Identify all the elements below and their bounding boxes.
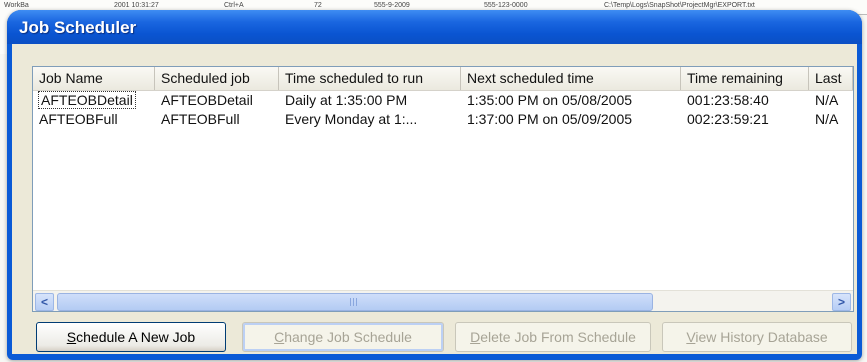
cell-next-scheduled: 1:37:00 PM on 05/09/2005: [467, 111, 633, 127]
cell-job-name: AFTEOBFull: [39, 111, 118, 127]
table-row[interactable]: AFTEOBFull AFTEOBFull Every Monday at 1:…: [33, 110, 853, 129]
mnemonic-letter: S: [66, 329, 77, 345]
cell-time-scheduled: Daily at 1:35:00 PM: [285, 92, 408, 108]
jobs-list-view[interactable]: Job Name Scheduled job Time scheduled to…: [32, 66, 854, 312]
cell-scheduled-job: AFTEOBFull: [161, 111, 240, 127]
grip-icon: [350, 298, 359, 306]
cell-text: AFTEOBDetail: [38, 91, 136, 109]
cell-time-remaining: 002:23:59:21: [687, 111, 769, 127]
column-header-time-remaining[interactable]: Time remaining: [681, 67, 809, 90]
cell-last: N/A: [815, 92, 839, 108]
cell-time-scheduled: Every Monday at 1:...: [285, 111, 418, 127]
schedule-new-job-button[interactable]: Schedule A New Job: [36, 322, 226, 352]
window-title: Job Scheduler: [19, 18, 137, 37]
view-history-database-button[interactable]: View History Database: [662, 322, 852, 352]
column-header-job-name[interactable]: Job Name: [33, 67, 155, 90]
list-header: Job Name Scheduled job Time scheduled to…: [33, 67, 853, 91]
column-header-scheduled-job[interactable]: Scheduled job: [155, 67, 279, 90]
job-scheduler-window: Job Scheduler Job Name Scheduled job Tim…: [7, 10, 862, 360]
scroll-right-arrow-icon[interactable]: >: [832, 293, 851, 311]
change-job-schedule-button[interactable]: Change Job Schedule: [242, 322, 444, 352]
column-header-last[interactable]: Last: [809, 67, 853, 90]
button-label: hange Job Schedule: [284, 329, 412, 345]
cell-job-name: AFTEOBDetail: [33, 91, 155, 110]
scrollbar-thumb[interactable]: [57, 293, 653, 311]
column-header-next-scheduled[interactable]: Next scheduled time: [461, 67, 681, 90]
table-row[interactable]: AFTEOBDetail AFTEOBDetail Daily at 1:35:…: [33, 91, 853, 110]
mnemonic-letter: C: [274, 329, 285, 345]
delete-job-button[interactable]: Delete Job From Schedule: [455, 322, 651, 352]
horizontal-scrollbar[interactable]: < >: [33, 290, 853, 311]
cell-time-remaining: 001:23:58:40: [687, 92, 769, 108]
column-header-time-scheduled[interactable]: Time scheduled to run: [279, 67, 461, 90]
dialog-client-area: Job Name Scheduled job Time scheduled to…: [12, 44, 857, 354]
cell-scheduled-job: AFTEOBDetail: [161, 92, 253, 108]
scroll-left-arrow-icon[interactable]: <: [35, 293, 54, 311]
title-bar[interactable]: Job Scheduler: [7, 10, 862, 44]
button-label: iew History Database: [695, 329, 828, 345]
button-label: chedule A New Job: [76, 329, 196, 345]
button-label: elete Job From Schedule: [480, 329, 636, 345]
cell-last: N/A: [815, 111, 839, 127]
mnemonic-letter: D: [470, 329, 481, 345]
cell-next-scheduled: 1:35:00 PM on 05/08/2005: [467, 92, 633, 108]
